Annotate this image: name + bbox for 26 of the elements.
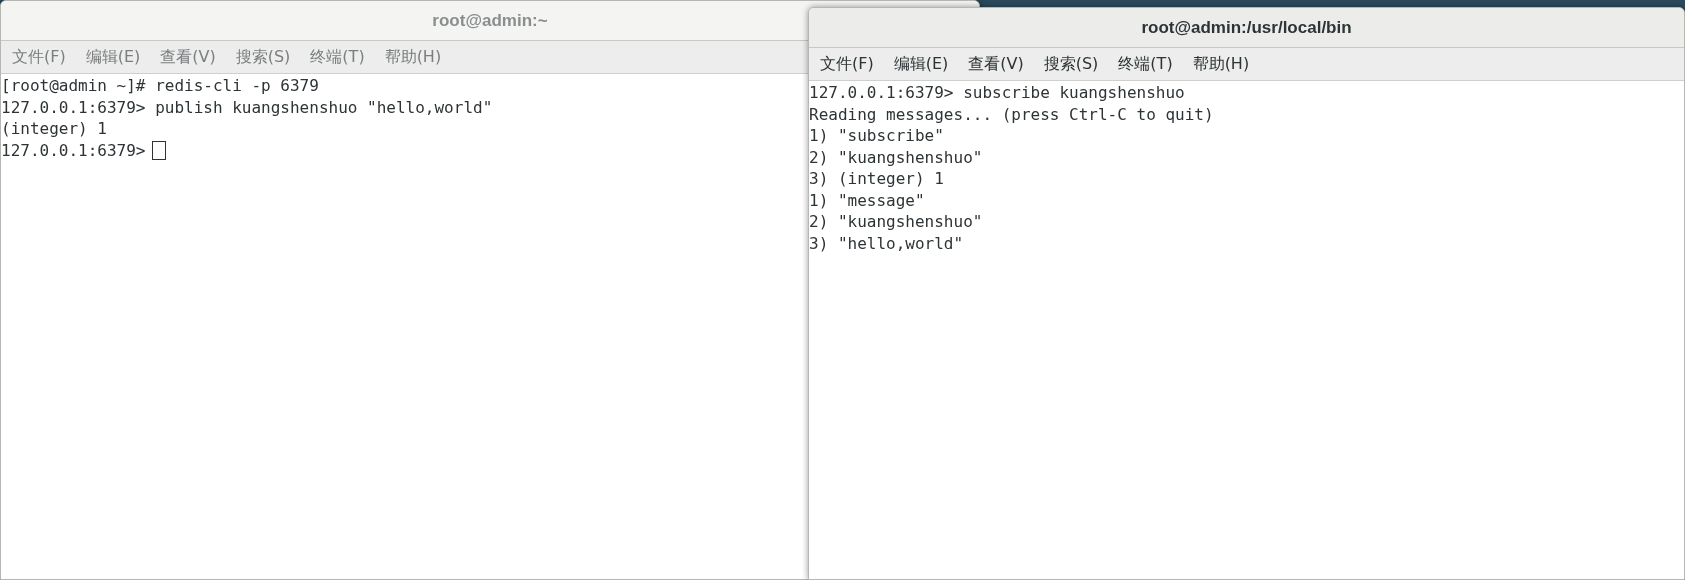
terminal-line: 3) "hello,world" [809,232,964,254]
terminal-line: 3) (integer) 1 [809,168,944,190]
menu-item[interactable]: 编辑(E) [82,45,144,69]
menu-item[interactable]: 文件(F) [817,52,877,76]
menu-item[interactable]: 搜索(S) [232,45,294,69]
menu-item[interactable]: 文件(F) [9,45,69,69]
window-title: root@admin:~ [432,9,548,32]
terminal-line: 2) "kuangshenshuo" [809,211,983,233]
menu-item[interactable]: 搜索(S) [1040,52,1102,76]
menu-item[interactable]: 帮助(H) [381,45,445,69]
terminal-line: 1) "subscribe" [809,125,944,147]
terminal-line: 127.0.0.1:6379> publish kuangshenshuo "hello,world" [1,96,493,118]
menu-item[interactable]: 终端(T) [307,45,368,69]
menu-item[interactable]: 查看(V) [157,45,219,69]
terminal-line: Reading messages... (press Ctrl-C to quit) [809,103,1214,125]
window-title: root@admin:/usr/local/bin [1141,16,1352,39]
menu-item[interactable]: 查看(V) [965,52,1027,76]
menu-item[interactable]: 编辑(E) [890,52,952,76]
menu-item[interactable]: 终端(T) [1115,52,1176,76]
terminal-line: (integer) 1 [1,118,107,140]
terminal-line: 127.0.0.1:6379> subscribe kuangshenshuo [809,82,1185,104]
terminal-line: 1) "message" [809,189,925,211]
terminal-line: 2) "kuangshenshuo" [809,146,983,168]
menu-item[interactable]: 帮助(H) [1189,52,1253,76]
terminal-line: [root@admin ~]# redis-cli -p 6379 [1,75,319,97]
terminal-line: 127.0.0.1:6379> [1,139,146,161]
